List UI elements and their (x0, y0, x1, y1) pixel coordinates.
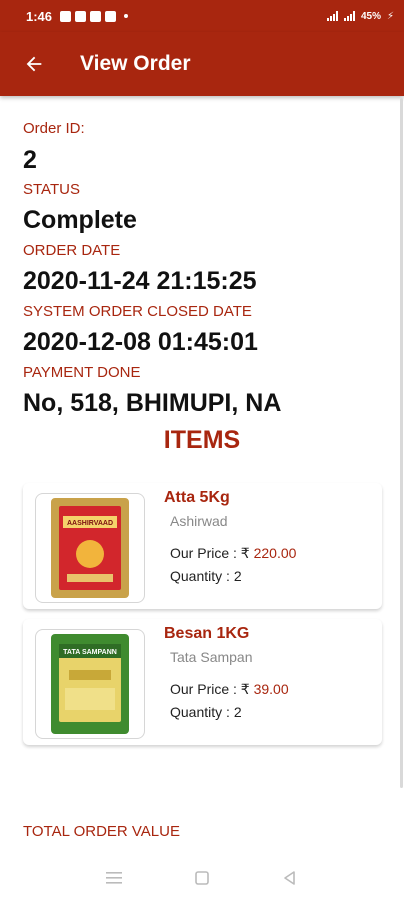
closed-date-value: 2020-12-08 01:45:01 (23, 328, 258, 356)
item-quantity: Quantity : 2 (170, 704, 242, 720)
quantity-value: 2 (233, 704, 242, 720)
signal-icon-2 (343, 11, 355, 21)
price-value: 39.00 (253, 681, 289, 697)
mail-icon (105, 10, 117, 22)
app-bar: View Order (0, 32, 404, 96)
signal-icon (326, 11, 338, 21)
price-label: Our Price : ₹ (170, 681, 250, 697)
quantity-label: Quantity : (170, 704, 230, 720)
items-heading: ITEMS (163, 426, 241, 454)
order-id-value: 2 (23, 146, 37, 174)
order-date-label: ORDER DATE (23, 242, 121, 259)
battery-charging-icon: ⚡ (386, 10, 394, 22)
payment-label: PAYMENT DONE (23, 364, 141, 381)
package-text: TATA SAMPANN (63, 649, 117, 656)
total-order-value-label: TOTAL ORDER VALUE (23, 823, 180, 840)
list-item[interactable]: TATA SAMPANN Besan 1KG Tata Sampan Our P… (23, 619, 382, 745)
page-title: View Order (80, 52, 191, 75)
status-bar: 1:46 45% ⚡ (0, 0, 404, 32)
item-price: Our Price : ₹ 220.00 (170, 545, 296, 562)
price-label: Our Price : ₹ (170, 545, 250, 561)
quantity-label: Quantity : (170, 568, 230, 584)
item-name: Atta 5Kg (164, 489, 230, 506)
back-triangle-icon[interactable] (278, 866, 302, 890)
status-value: Complete (23, 206, 137, 234)
list-item[interactable]: AASHIRVAAD Atta 5Kg Ashirwad Our Price :… (23, 483, 382, 609)
more-notifications-icon (124, 14, 129, 18)
price-value: 220.00 (253, 545, 297, 561)
order-details: Order ID: 2 STATUS Complete ORDER DATE 2… (0, 96, 404, 856)
item-price: Our Price : ₹ 39.00 (170, 681, 289, 698)
battery-text: 45% (360, 10, 381, 22)
status-label: STATUS (23, 181, 80, 198)
system-nav-bar (0, 856, 404, 900)
scrollbar[interactable] (400, 98, 403, 788)
item-name: Besan 1KG (164, 625, 250, 642)
product-image: TATA SAMPANN (35, 629, 145, 739)
home-square-icon[interactable] (190, 866, 214, 890)
status-right: 45% ⚡ (326, 10, 394, 22)
youtube-icon (75, 10, 87, 22)
arrow-left-icon[interactable] (20, 50, 48, 78)
status-time: 1:46 (26, 8, 53, 24)
item-brand: Tata Sampan (170, 649, 253, 665)
notification-icons (60, 10, 129, 22)
closed-date-label: SYSTEM ORDER CLOSED DATE (23, 303, 252, 320)
order-date-value: 2020-11-24 21:15:25 (23, 267, 257, 295)
payment-value: No, 518, BHIMUPI, NA (23, 389, 282, 417)
quantity-value: 2 (233, 568, 242, 584)
item-brand: Ashirwad (170, 513, 228, 529)
package-text: AASHIRVAAD (67, 520, 113, 527)
item-quantity: Quantity : 2 (170, 568, 242, 584)
app-icon (90, 10, 102, 22)
facebook-icon (60, 10, 72, 22)
product-image: AASHIRVAAD (35, 493, 145, 603)
menu-icon[interactable] (102, 866, 126, 890)
order-id-label: Order ID: (23, 120, 85, 137)
